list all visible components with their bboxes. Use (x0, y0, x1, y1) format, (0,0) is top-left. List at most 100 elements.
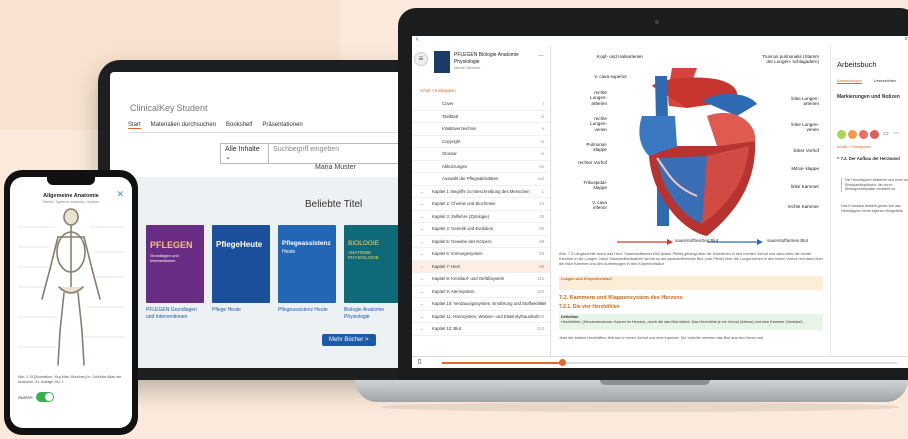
toc-item-page: iii (541, 113, 544, 119)
toc-breadcrumb[interactable]: Inhalt > Einklappen (420, 88, 456, 93)
toc-item[interactable]: Titelblatt iii (412, 111, 550, 123)
nav-start[interactable]: Start (128, 122, 141, 129)
book-cover[interactable]: BIOLOGIE ANATOMIE PHYSIOLOGIE (344, 225, 402, 303)
label-right-pulmonary-veins: rechte Lungen- venen (590, 116, 607, 132)
info-box-title: Lungen und Körperkreislauf (561, 277, 612, 281)
toc-item[interactable]: ⌄ Kapitel 4: Genetik und Evolution 55 (412, 223, 550, 236)
color-dot-green[interactable] (837, 130, 846, 139)
color-dot-darkred[interactable] (870, 130, 879, 139)
phone-device: ✕ Allgemeine Anatomie Skelett, Systeme e… (4, 170, 138, 435)
book-author: Nicole Menche (454, 65, 481, 70)
book-caption[interactable]: Pflege Heute (212, 307, 272, 314)
toc-item[interactable]: ⌄ Kapitel 5: Gewebe des Körpers 69 (412, 236, 550, 248)
labels-toggle[interactable] (36, 392, 54, 402)
more-options-icon[interactable]: … (538, 52, 544, 58)
tab-annotations[interactable]: Anmerkungen (837, 78, 862, 84)
markings-heading: Markierungen und Notizen (837, 94, 900, 100)
section-heading: 7.2. Kammern und Klappensystem des Herze… (559, 295, 683, 301)
chevron-down-icon[interactable]: ⌄ (420, 248, 424, 259)
toc-item[interactable]: Copyright iv (412, 136, 550, 148)
clinicalkey-logo[interactable]: ClinicalKey Student (128, 102, 404, 114)
book-caption[interactable]: PFLEGEN Grundlagen und Interventionen (146, 307, 206, 320)
tab-bookmarks[interactable]: Lesezeichen (874, 78, 896, 84)
chevron-down-icon[interactable]: ⌄ (420, 186, 424, 197)
toc-item[interactable]: ⌄ Kapitel 2: Chemie und Biochemie 13 (412, 198, 550, 211)
chevron-down-icon[interactable]: ⌄ (420, 223, 424, 234)
toc-item[interactable]: ⌄ Kapitel 1: Begriffe zur Beschreibung de… (412, 186, 550, 198)
side-item[interactable]: ^ 7.2. Der Aufbau der Herzwand (837, 156, 900, 161)
figure-caption: Abb. 1.15 [Illustration: Jörg Mair, Münc… (18, 375, 122, 384)
chevron-down-icon[interactable]: ⌄ (420, 273, 424, 284)
nav-browse[interactable]: Materialien durchsuchen (151, 122, 216, 129)
toc-list: Cover i Titelblatt iii Inhaltsverzeichnis v Co… (412, 98, 550, 336)
toc-item-page: 189 (536, 313, 544, 319)
toc-item[interactable]: ⌄ Kapitel 10: Verdauungssystem, Ernährung… (412, 298, 550, 311)
toc-item[interactable]: Auswahl der Pflegeaktivitäten xxii (412, 173, 550, 186)
side-breadcrumb[interactable]: Inhalt > Einklappen (837, 144, 871, 149)
book-caption[interactable]: Pflegeassistenz Heute (278, 307, 338, 314)
toc-item-label: Auswahl der Pflegeaktivitäten (442, 176, 499, 181)
book-cover[interactable]: PflegeHeute (212, 225, 270, 303)
clinicalkey-header: ClinicalKey Student Start Materialien dur… (110, 72, 416, 133)
toc-item-page: 55 (539, 226, 544, 231)
book-cover[interactable]: PFLEGEN Grundlagen und Interventionen (146, 225, 204, 303)
color-dot-orange[interactable] (848, 130, 857, 139)
tablet-device: ClinicalKey Student Start Materialien dur… (98, 60, 428, 380)
book-caption[interactable]: Biologie Anatomie Physiologie (344, 307, 404, 320)
chevron-down-icon[interactable]: ⌄ (420, 298, 424, 309)
toc-item[interactable]: ⌄ Kapitel 12: Blut 213 (412, 323, 550, 336)
toc-item-label: Kapitel 10: Verdauungssystem, Ernährung … (432, 301, 547, 306)
label-vena-cava-inferior: V. cava inferior (592, 200, 607, 211)
bookmark-icon[interactable]: ▯ (418, 358, 421, 365)
toc-item-page: 1 (541, 188, 544, 194)
toc-item-page: 13 (539, 201, 544, 206)
label-head-neck-arteries: Kopf- und Halsarterien (597, 54, 643, 59)
toc-item[interactable]: Abkürzungen xix (412, 161, 550, 173)
search-input[interactable]: Suchbegriff eingeben (269, 143, 416, 164)
label-right-pulmonary-arteries: rechte Lungen- arterien (590, 90, 607, 106)
more-books-button[interactable]: Mehr Bücher > (322, 334, 376, 346)
book-title: PFLEGEN Biologie Anatomie Physiologie (454, 52, 519, 65)
chevron-down-icon[interactable]: ⌄ (420, 261, 424, 272)
label-right-ventricle: rechte Kammer (787, 204, 819, 209)
chevron-down-icon[interactable]: ⌄ (420, 198, 424, 209)
search-filter-select[interactable]: Alle Inhalte ⌄ (220, 143, 270, 164)
book-cover[interactable]: Pflegeassistenz Heute (278, 225, 336, 303)
toc-item-label: Kapitel 5: Gewebe des Körpers (432, 238, 492, 244)
reading-progress-fill (442, 362, 562, 364)
more-icon[interactable]: ⋯ (893, 130, 899, 137)
book-cover-subtitle: ANATOMIE PHYSIOLOGIE (348, 250, 379, 260)
note-icon[interactable]: ▭ (883, 130, 889, 137)
toc-item[interactable]: ⌄ Kapitel 8: Kreislauf- und Gefäßsystem 11… (412, 273, 550, 286)
reading-progress-handle[interactable] (559, 359, 566, 366)
toc-item[interactable]: ⌄ Kapitel 11: Harnsystem, Wasser- und Ele… (412, 311, 550, 323)
book-cover-title: PFLEGEN (150, 240, 193, 250)
side-note: Die Herzklappen bestehen aus einer doppe… (841, 178, 908, 193)
chevron-down-icon[interactable]: ⌄ (420, 323, 424, 334)
toc-item[interactable]: ⌄ Kapitel 3: Zelllehre (Zytologie) 35 (412, 211, 550, 223)
user-name[interactable]: Maria Muster (315, 164, 356, 171)
toc-item[interactable]: ⌄ Kapitel 7: Herz 99 (412, 260, 550, 273)
search-icon[interactable]: ⌕ (905, 36, 908, 43)
anatomy-subtitle: Skelett, Systeme erkunden, Notizen (42, 200, 100, 204)
chevron-down-icon[interactable]: ⌄ (420, 236, 424, 247)
toc-item[interactable]: Inhaltsverzeichnis v (412, 123, 550, 136)
laptop-lid: ‹ ⌕ ≡ PFLEGEN Biologie Anatomie Physiolo… (398, 8, 908, 380)
toc-item[interactable]: Cover i (412, 98, 550, 111)
toc-item[interactable]: ⌄ Kapitel 6: Immungesystem 93 (412, 248, 550, 261)
toc-item[interactable]: ⌄ Kapitel 9: Atemsystem 133 (412, 286, 550, 298)
menu-icon[interactable]: ≡ (414, 52, 428, 66)
nav-presentations[interactable]: Präsentationen (262, 122, 302, 129)
color-dot-red[interactable] (859, 130, 868, 139)
label-left-atrium: linker Vorhof (793, 148, 819, 153)
book-cover-title: BIOLOGIE (348, 240, 380, 247)
chevron-down-icon[interactable]: ⌄ (420, 211, 424, 222)
label-right-atrium: rechter Vorhof (578, 160, 607, 165)
nav-bookshelf[interactable]: Bookshelf (226, 122, 252, 129)
legend-oxygen-rich: sauerstoffreiches Blut (675, 238, 719, 243)
back-arrow-icon[interactable]: ‹ (416, 36, 418, 43)
chevron-down-icon[interactable]: ⌄ (420, 286, 424, 297)
chevron-down-icon[interactable]: ⌄ (420, 311, 424, 322)
toc-item[interactable]: Glossar vi (412, 148, 550, 161)
reader-topbar: ‹ ⌕ (412, 36, 908, 46)
